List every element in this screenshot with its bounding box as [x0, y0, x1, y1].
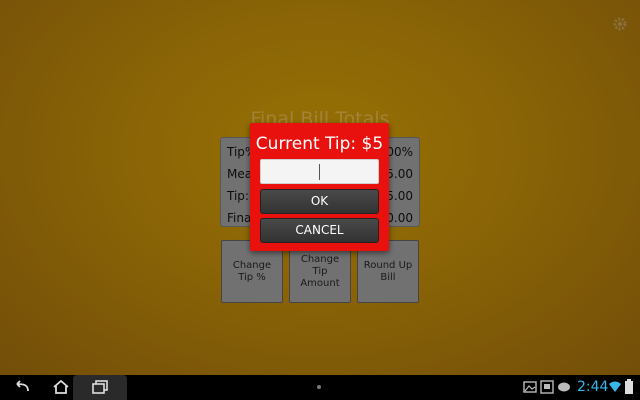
gallery-icon [523, 379, 537, 398]
tip-dialog: Current Tip: $5 OK CANCEL [250, 123, 389, 251]
dot-indicator-icon [317, 385, 321, 389]
battery-icon [624, 379, 634, 399]
ok-button[interactable]: OK [260, 189, 379, 214]
dialog-title: Current Tip: $5 [255, 134, 384, 154]
text-cursor [319, 164, 320, 180]
screenshot-icon [540, 379, 554, 398]
clock: 2:44 [577, 379, 609, 395]
home-icon[interactable] [52, 379, 70, 399]
recent-apps-icon[interactable] [90, 379, 110, 399]
back-icon[interactable] [12, 379, 32, 399]
app-screen: Final Bill Totals Tip% 00% Mea 5.00 Tip:… [0, 0, 640, 375]
chat-icon [557, 379, 571, 398]
wifi-icon [608, 379, 622, 398]
cancel-button[interactable]: CANCEL [260, 218, 379, 243]
system-nav-bar: 2:44 [0, 375, 640, 400]
